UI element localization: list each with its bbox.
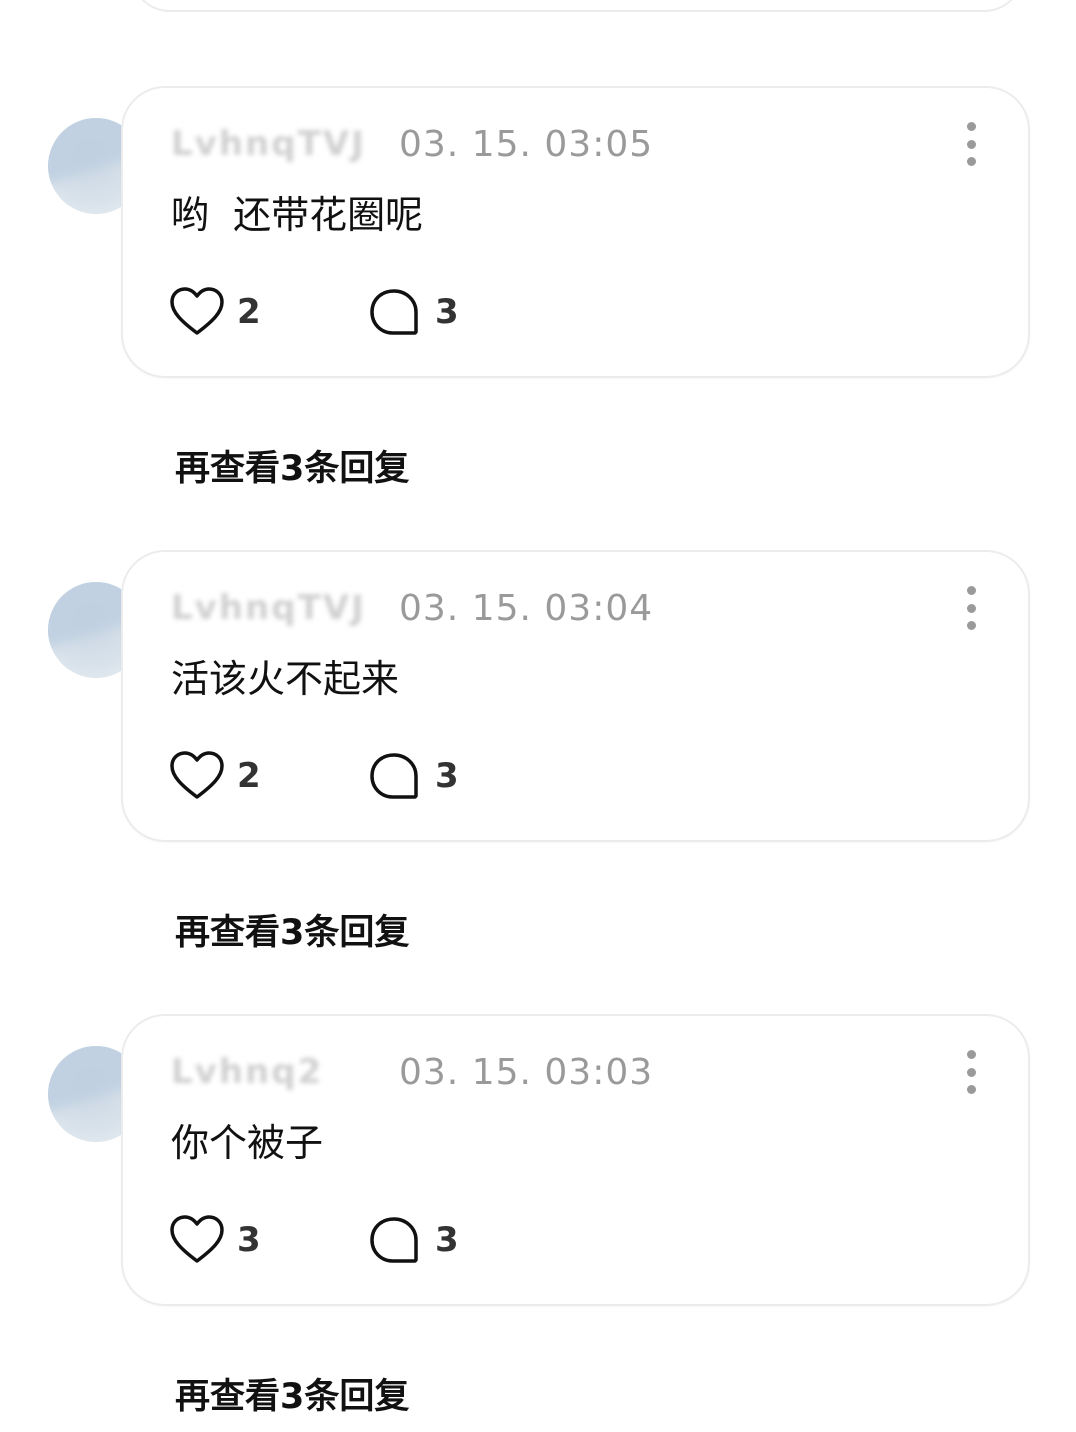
vertical-dots-icon — [966, 122, 976, 131]
speech-bubble-icon — [370, 1217, 418, 1263]
comment-card: LvhnqTVJ 03. 15. 03:04 活该火不起来 2 3 — [121, 550, 1030, 842]
reply-button[interactable]: 3 — [367, 749, 459, 803]
heart-icon — [170, 1215, 224, 1263]
timestamp: 03. 15. 03:04 — [399, 588, 654, 629]
vertical-dots-icon — [966, 1050, 976, 1059]
like-count: 2 — [237, 756, 261, 796]
speech-bubble-icon — [370, 753, 418, 799]
comment-text: 你个被子 — [171, 1121, 324, 1165]
reply-count: 3 — [435, 756, 459, 796]
reply-count: 3 — [435, 1220, 459, 1260]
heart-icon — [170, 287, 224, 335]
speech-bubble-icon — [370, 289, 418, 335]
view-more-replies-link[interactable]: 再查看3条回复 — [175, 1368, 409, 1419]
more-options-button[interactable] — [956, 1050, 986, 1094]
like-count: 2 — [237, 292, 261, 332]
comment-text: 活该火不起来 — [171, 657, 400, 701]
reply-count: 3 — [435, 292, 459, 332]
like-count: 3 — [237, 1220, 261, 1260]
view-more-replies-link[interactable]: 再查看3条回复 — [175, 440, 409, 491]
username[interactable]: Lvhnq2 — [171, 1052, 381, 1092]
reply-button[interactable]: 3 — [367, 285, 459, 339]
comment-text: 哟 还带花圈呢 — [171, 193, 424, 237]
timestamp: 03. 15. 03:03 — [399, 1052, 654, 1093]
timestamp: 03. 15. 03:05 — [399, 124, 654, 165]
more-options-button[interactable] — [956, 122, 986, 166]
username[interactable]: LvhnqTVJ — [171, 588, 381, 628]
heart-icon — [170, 751, 224, 799]
username[interactable]: LvhnqTVJ — [171, 124, 381, 164]
like-button[interactable]: 2 — [169, 285, 261, 339]
comment-card: LvhnqTVJ 03. 15. 03:05 哟 还带花圈呢 2 3 — [121, 86, 1030, 378]
reply-button[interactable]: 3 — [367, 1213, 459, 1267]
view-more-replies-link[interactable]: 再查看3条回复 — [175, 904, 409, 955]
previous-comment-card — [130, 0, 1024, 12]
more-options-button[interactable] — [956, 586, 986, 630]
like-button[interactable]: 2 — [169, 749, 261, 803]
vertical-dots-icon — [966, 586, 976, 595]
like-button[interactable]: 3 — [169, 1213, 261, 1267]
comment-card: Lvhnq2 03. 15. 03:03 你个被子 3 3 — [121, 1014, 1030, 1306]
